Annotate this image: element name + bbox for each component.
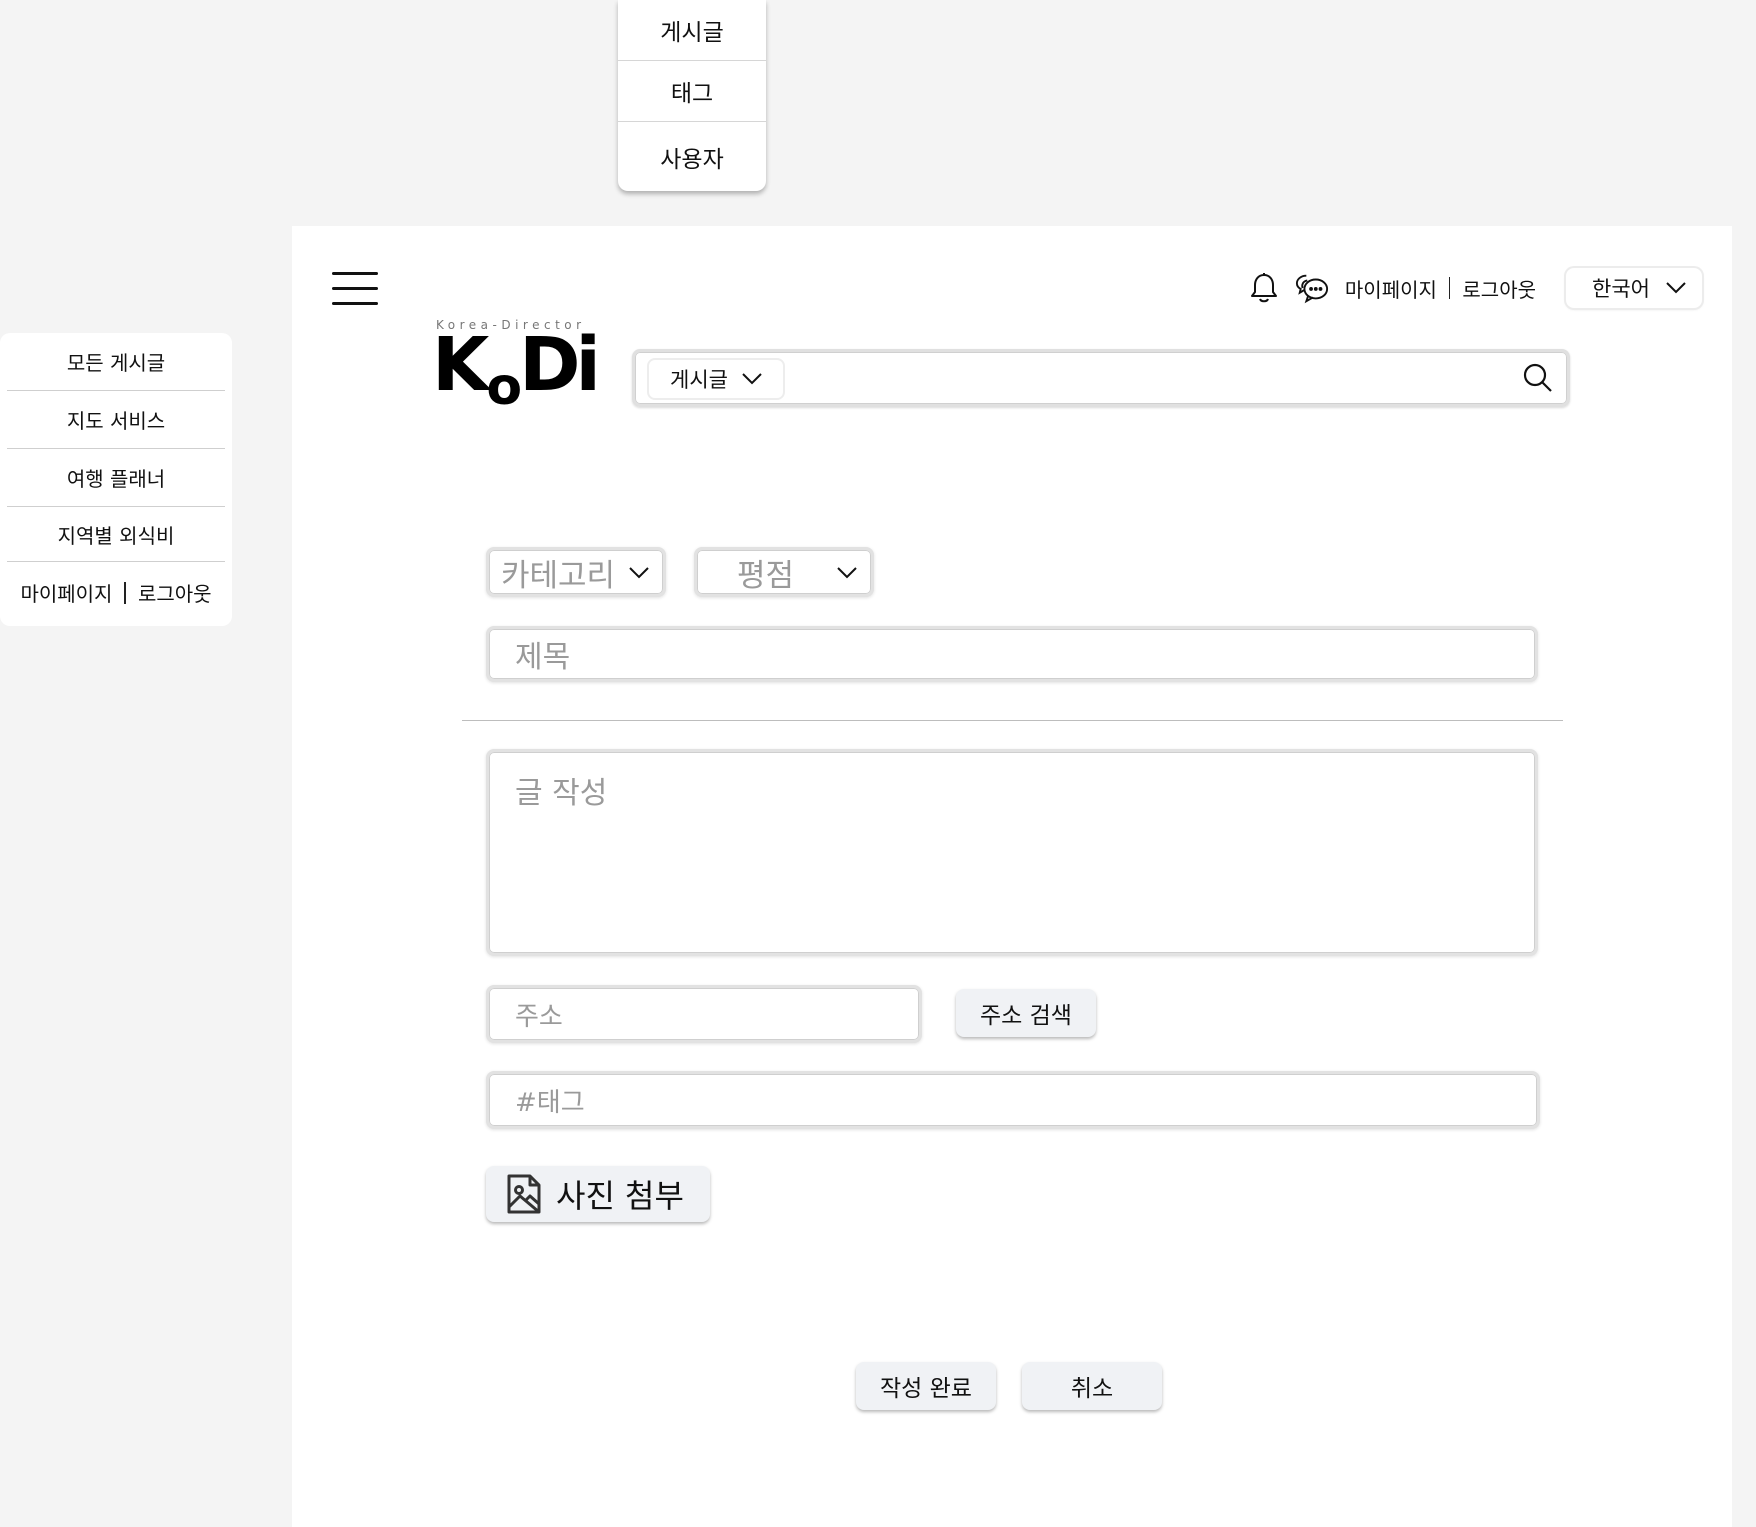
bell-icon[interactable] bbox=[1247, 271, 1281, 305]
chevron-down-icon bbox=[742, 373, 762, 385]
category-select-placeholder: 카테고리 bbox=[501, 557, 616, 594]
search-type-option-user[interactable]: 사용자 bbox=[618, 122, 766, 191]
category-select[interactable]: 카테고리 bbox=[486, 547, 666, 597]
side-nav-account-links: 마이페이지 로그아웃 bbox=[7, 562, 225, 623]
address-input-placeholder: 주소 bbox=[515, 1001, 563, 1032]
hamburger-menu-icon[interactable] bbox=[332, 272, 378, 305]
kodi-logo[interactable]: Korea-Director KoDi bbox=[432, 318, 601, 413]
separator bbox=[1448, 277, 1451, 299]
rating-select[interactable]: 평점 bbox=[694, 547, 874, 597]
main-panel: 마이페이지 로그아웃 한국어 Korea-Director KoDi 게시글 카… bbox=[292, 226, 1732, 1527]
tag-input[interactable]: #태그 bbox=[486, 1071, 1540, 1129]
chevron-down-icon bbox=[837, 567, 857, 579]
title-input-placeholder: 제목 bbox=[515, 640, 571, 675]
chat-icon[interactable] bbox=[1295, 271, 1329, 305]
title-input[interactable]: 제목 bbox=[486, 626, 1538, 682]
language-select-value: 한국어 bbox=[1592, 277, 1650, 301]
chevron-down-icon bbox=[629, 567, 649, 579]
search-type-select[interactable]: 게시글 bbox=[649, 360, 783, 398]
side-nav-item-dining-cost[interactable]: 지역별 외식비 bbox=[7, 507, 225, 562]
header-mypage-link[interactable]: 마이페이지 bbox=[1345, 274, 1437, 303]
separator bbox=[124, 581, 126, 604]
attach-photo-button[interactable]: 사진 첨부 bbox=[486, 1166, 710, 1222]
side-nav-item-travel-planner[interactable]: 여행 플래너 bbox=[7, 449, 225, 507]
search-type-value: 게시글 bbox=[670, 368, 728, 392]
side-nav-logout-link[interactable]: 로그아웃 bbox=[138, 578, 212, 607]
search-type-option-post[interactable]: 게시글 bbox=[618, 0, 766, 61]
address-search-button[interactable]: 주소 검색 bbox=[956, 989, 1096, 1037]
submit-button[interactable]: 작성 완료 bbox=[856, 1362, 996, 1410]
header-actions: 마이페이지 로그아웃 한국어 bbox=[1247, 268, 1702, 308]
body-textarea[interactable]: 글 작성 bbox=[486, 749, 1538, 956]
address-input[interactable]: 주소 bbox=[486, 985, 922, 1043]
image-file-icon bbox=[507, 1174, 541, 1214]
cancel-button[interactable]: 취소 bbox=[1022, 1362, 1162, 1410]
body-textarea-placeholder: 글 작성 bbox=[515, 776, 608, 811]
divider bbox=[462, 720, 1563, 721]
attach-photo-label: 사진 첨부 bbox=[556, 1177, 684, 1215]
search-bar[interactable]: 게시글 bbox=[632, 349, 1570, 407]
side-nav-mypage-link[interactable]: 마이페이지 bbox=[20, 578, 112, 607]
search-icon[interactable] bbox=[1523, 363, 1553, 397]
logo-wordmark: KoDi bbox=[432, 322, 601, 417]
chevron-down-icon bbox=[1666, 282, 1686, 294]
tag-input-placeholder: #태그 bbox=[515, 1087, 585, 1118]
header-logout-link[interactable]: 로그아웃 bbox=[1462, 274, 1536, 303]
rating-select-placeholder: 평점 bbox=[737, 557, 795, 594]
search-type-option-tag[interactable]: 태그 bbox=[618, 61, 766, 122]
search-type-menu: 게시글 태그 사용자 bbox=[618, 0, 766, 191]
language-select[interactable]: 한국어 bbox=[1566, 268, 1702, 308]
header-account-links: 마이페이지 로그아웃 bbox=[1345, 274, 1536, 303]
side-nav-item-all-posts[interactable]: 모든 게시글 bbox=[7, 333, 225, 391]
side-nav-item-map-service[interactable]: 지도 서비스 bbox=[7, 391, 225, 449]
side-nav: 모든 게시글 지도 서비스 여행 플래너 지역별 외식비 마이페이지 로그아웃 bbox=[0, 333, 232, 626]
